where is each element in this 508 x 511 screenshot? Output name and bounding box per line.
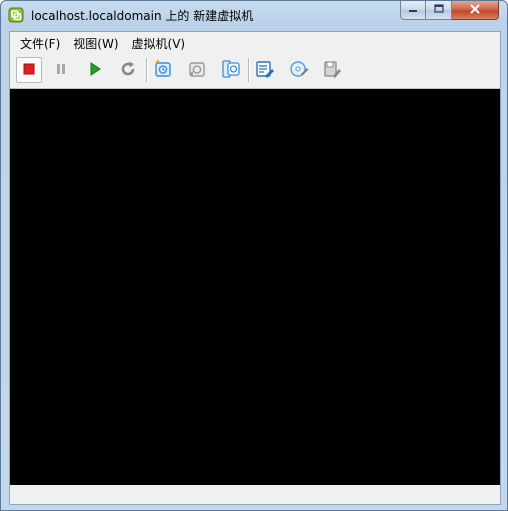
maximize-button[interactable] — [426, 1, 452, 20]
floppy-tools-icon — [322, 59, 342, 82]
edit-settings-icon — [255, 59, 275, 82]
disc-icon — [289, 59, 309, 82]
pause-icon — [54, 62, 68, 79]
menu-file[interactable]: 文件(F) — [10, 32, 60, 54]
client-area: 文件(F) 视图(W) 虚拟机(V) — [9, 31, 501, 505]
refresh-icon — [119, 60, 137, 81]
vm-console-screen[interactable] — [10, 88, 500, 485]
power-on-button[interactable] — [82, 57, 108, 83]
toolbar-separator — [248, 58, 249, 82]
play-icon — [88, 61, 102, 79]
floppy-button[interactable] — [319, 57, 345, 83]
toolbar-separator — [146, 58, 147, 82]
snapshot-icon — [153, 59, 173, 82]
reset-button[interactable] — [115, 57, 141, 83]
revert-snapshot-button[interactable] — [184, 57, 210, 83]
maximize-icon — [433, 3, 444, 17]
snapshot-manager-button[interactable] — [218, 57, 244, 83]
menu-bar: 文件(F) 视图(W) 虚拟机(V) — [10, 32, 500, 54]
cd-dvd-button[interactable] — [286, 57, 312, 83]
toolbar — [10, 54, 500, 86]
vm-console-window: localhost.localdomain 上的 新建虚拟机 文件(F) 视图(… — [0, 0, 508, 511]
edit-settings-button[interactable] — [252, 57, 278, 83]
minimize-icon — [408, 3, 418, 17]
menu-view[interactable]: 视图(W) — [64, 32, 118, 54]
window-title: localhost.localdomain 上的 新建虚拟机 — [31, 9, 254, 23]
title-bar[interactable]: localhost.localdomain 上的 新建虚拟机 — [1, 1, 507, 29]
suspend-button[interactable] — [48, 57, 74, 83]
caption-buttons — [400, 1, 499, 21]
revert-snapshot-icon — [187, 59, 207, 82]
snapshot-manager-icon — [221, 59, 241, 82]
status-bar — [10, 485, 500, 504]
stop-icon — [22, 62, 36, 79]
take-snapshot-button[interactable] — [150, 57, 176, 83]
power-off-button[interactable] — [16, 57, 42, 83]
vsphere-console-icon — [8, 7, 24, 23]
menu-vm[interactable]: 虚拟机(V) — [123, 32, 186, 54]
close-icon — [469, 3, 481, 17]
minimize-button[interactable] — [400, 1, 426, 20]
close-button[interactable] — [452, 1, 499, 20]
